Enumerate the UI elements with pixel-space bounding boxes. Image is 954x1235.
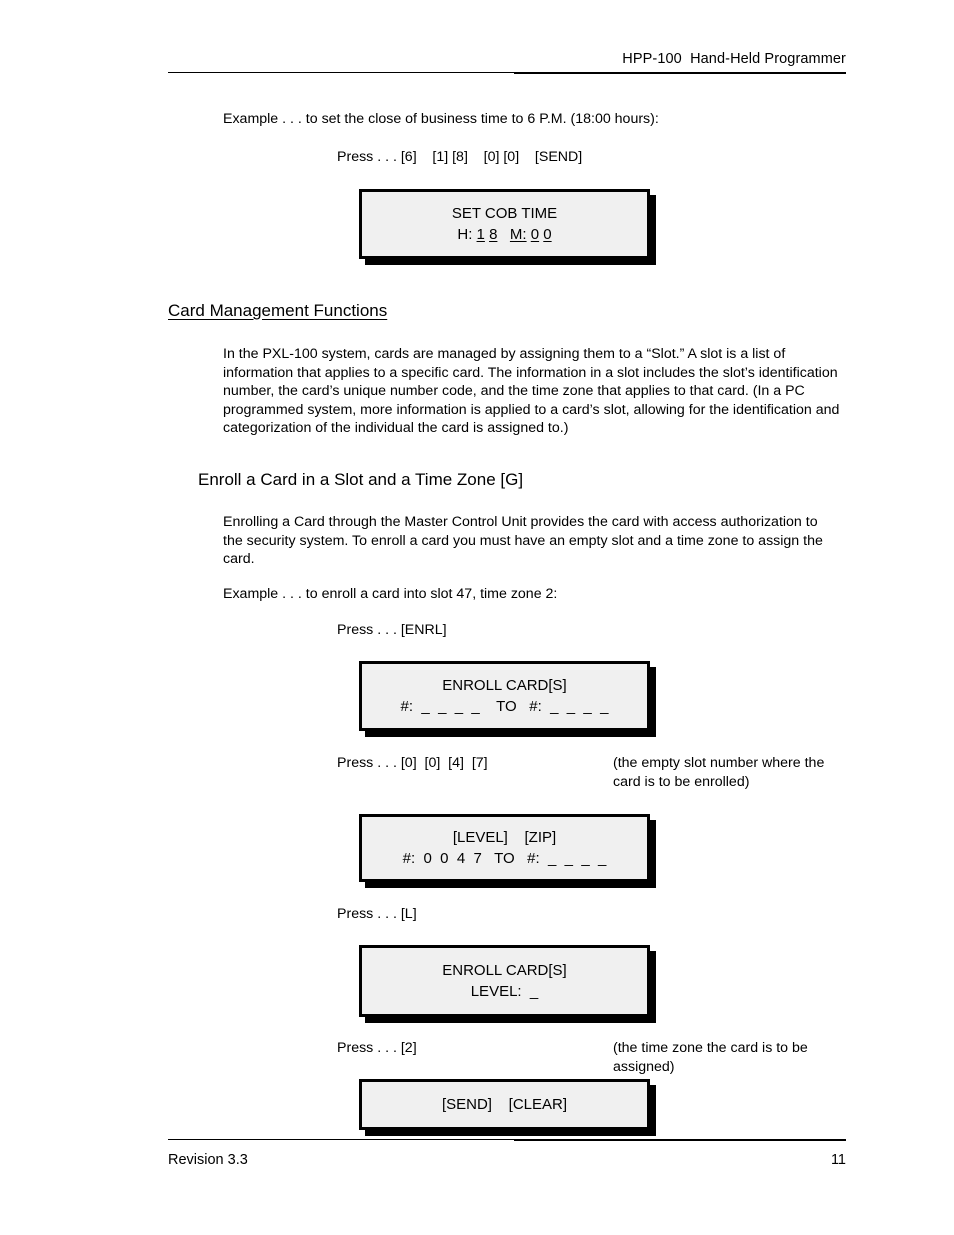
cob-press-line: Press . . . [6] [1] [8] [0] [0] [SEND] — [337, 149, 583, 165]
cob-minute-digit-1: 0 — [530, 226, 540, 243]
footer-page-number: 11 — [830, 1152, 846, 1168]
enroll-press-line-3: Press . . . [L] — [337, 906, 417, 922]
header-title: HPP-100 Hand-Held Programmer — [622, 51, 846, 67]
lcd-display-set-cob-time: SET COB TIME H: 1 8 M: 0 0 — [359, 189, 650, 259]
lcd-display-send-clear: [SEND] [CLEAR] — [359, 1079, 650, 1130]
heading-enroll-a-card: Enroll a Card in a Slot and a Time Zone … — [198, 470, 524, 489]
cob-hour-digit-1: 1 — [476, 226, 485, 243]
lcd-display-level-zip: [LEVEL] [ZIP] #: 0 0 4 7 TO #: _ _ _ _ — [359, 814, 650, 882]
lcd-display-enroll-cards-blank: ENROLL CARD[S] #: _ _ _ _ TO #: _ _ _ _ — [359, 661, 650, 731]
footer-revision: Revision 3.3 — [168, 1152, 248, 1168]
lcd-line-2: LEVEL: _ — [470, 983, 539, 1000]
lcd-display-enroll-level: ENROLL CARD[S] LEVEL: _ — [359, 945, 650, 1017]
lcd-line-2: #: _ _ _ _ TO #: _ _ _ _ — [400, 698, 609, 715]
lcd-line-1: SET COB TIME — [451, 205, 558, 222]
header-rule — [168, 71, 846, 75]
cob-h-label: H: — [457, 226, 477, 243]
enroll-example-line: Example . . . to enroll a card into slot… — [223, 586, 558, 602]
enroll-press-line-2: Press . . . [0] [0] [4] [7] — [337, 755, 488, 771]
lcd-line-1: [SEND] [CLEAR] — [441, 1096, 568, 1113]
paragraph-card-management: In the PXL-100 system, cards are managed… — [223, 346, 840, 437]
page-footer: Revision 3.3 11 — [168, 1138, 846, 1169]
cob-m-label: M: — [509, 226, 527, 243]
cob-spacer — [497, 226, 510, 243]
footer-row: Revision 3.3 11 — [168, 1151, 846, 1169]
page-header: HPP-100 Hand-Held Programmer — [168, 50, 846, 75]
paragraph-enroll-a-card: Enrolling a Card through the Master Cont… — [223, 514, 823, 568]
lcd-line-1: ENROLL CARD[S] — [442, 677, 567, 694]
enroll-press-line-1: Press . . . [ENRL] — [337, 622, 447, 638]
enroll-note-2: (the empty slot number where the card is… — [613, 755, 825, 790]
header-rule-thick — [513, 72, 846, 75]
enroll-note-4: (the time zone the card is to be assigne… — [613, 1040, 808, 1075]
heading-card-management-functions: Card Management Functions — [168, 301, 388, 320]
footer-rule-thick — [513, 1139, 846, 1142]
footer-rule — [168, 1138, 846, 1142]
lcd-line-2: H: 1 8 M: 0 0 — [457, 224, 551, 245]
cob-minute-digit-2: 0 — [543, 226, 552, 243]
lcd-line-1: ENROLL CARD[S] — [442, 962, 567, 979]
document-page: HPP-100 Hand-Held Programmer Example . .… — [0, 0, 954, 1235]
cob-example-line: Example . . . to set the close of busine… — [223, 111, 659, 127]
lcd-line-2: #: 0 0 4 7 TO #: _ _ _ _ — [402, 850, 607, 867]
enroll-press-line-4: Press . . . [2] — [337, 1040, 417, 1056]
lcd-line-1: [LEVEL] [ZIP] — [452, 829, 557, 846]
